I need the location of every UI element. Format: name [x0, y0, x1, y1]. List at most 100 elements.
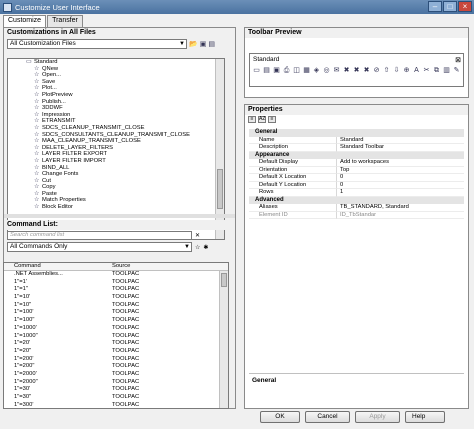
- table-row[interactable]: 1"=30" TOOLPAC: [4, 394, 228, 402]
- etransmit-icon[interactable]: ✉: [332, 66, 341, 75]
- maximize-button[interactable]: □: [443, 1, 457, 12]
- property-category[interactable]: General: [249, 129, 464, 137]
- property-category[interactable]: Appearance: [249, 151, 464, 159]
- property-value[interactable]: 1: [337, 189, 464, 197]
- property-value[interactable]: TB_STANDARD, Standard: [337, 204, 464, 212]
- command-search-input[interactable]: Search command list: [7, 231, 192, 240]
- save-file-icon[interactable]: ▣: [200, 40, 207, 48]
- categorized-icon[interactable]: ≡: [248, 116, 256, 123]
- tree-item[interactable]: ☆ QNew: [8, 66, 224, 73]
- new-icon[interactable]: ▭: [252, 66, 261, 75]
- property-value[interactable]: ID_TbStandar: [337, 212, 464, 219]
- cut-icon[interactable]: ✂: [422, 66, 431, 75]
- apply-button[interactable]: Apply: [355, 411, 400, 423]
- table-row[interactable]: 1"=200" TOOLPAC: [4, 363, 228, 371]
- publish-icon[interactable]: ▦: [302, 66, 311, 75]
- dwf-icon[interactable]: ◈: [312, 66, 321, 75]
- alphabetic-icon[interactable]: AZ: [258, 116, 266, 123]
- import-icon[interactable]: ⇩: [392, 66, 401, 75]
- tree-item[interactable]: ☆ 3DDWF: [8, 105, 224, 112]
- tree-item[interactable]: ☆ PlotPreview: [8, 92, 224, 99]
- match-icon[interactable]: ✎: [452, 66, 461, 75]
- help-button[interactable]: Help: [405, 411, 445, 423]
- table-row[interactable]: 1"=30' TOOLPAC: [4, 386, 228, 394]
- tree-item[interactable]: ☆ BIND_ALL: [8, 165, 224, 172]
- tree-item[interactable]: ☆ DELETE_LAYER_FILTERS: [8, 145, 224, 152]
- panel-splitter[interactable]: [4, 214, 235, 218]
- table-row[interactable]: 1"=300' TOOLPAC: [4, 402, 228, 408]
- table-row[interactable]: 1"=10' TOOLPAC: [4, 294, 228, 302]
- customizations-tree[interactable]: ▭ Standard ☆ QNew ☆ Open... ☆ Save ☆ Plot... ☆ Plot…: [7, 58, 225, 240]
- tree-item[interactable]: ☆ Copy: [8, 184, 224, 191]
- property-value[interactable]: 0: [337, 174, 464, 182]
- fonts-icon[interactable]: A: [412, 66, 421, 75]
- table-row[interactable]: 1"=1000" TOOLPAC: [4, 333, 228, 341]
- open-file-icon[interactable]: 📂: [189, 40, 198, 48]
- close-button[interactable]: ×: [458, 1, 472, 12]
- tree-item[interactable]: ☆ Open...: [8, 72, 224, 79]
- property-row[interactable]: Orientation Top: [249, 166, 464, 174]
- property-row[interactable]: Description Standard Toolbar: [249, 144, 464, 152]
- property-row[interactable]: Rows 1: [249, 189, 464, 197]
- property-row[interactable]: Default Y Location 0: [249, 181, 464, 189]
- property-value[interactable]: Top: [337, 167, 464, 174]
- export-icon[interactable]: ⇧: [382, 66, 391, 75]
- column-command[interactable]: Command: [4, 263, 102, 270]
- command-table[interactable]: Command Source .NET Assemblies... TOOLPAC…: [3, 262, 229, 409]
- tree-item[interactable]: ☆ ETRANSMIT: [8, 118, 224, 125]
- table-row[interactable]: 1"=1' TOOLPAC: [4, 279, 228, 287]
- load-file-icon[interactable]: ▤: [208, 40, 215, 48]
- props-icon[interactable]: ≡: [268, 116, 276, 123]
- tree-item[interactable]: ☆ LAYER FILTER IMPORT: [8, 158, 224, 165]
- property-value[interactable]: Add to workspaces: [337, 159, 464, 167]
- table-row[interactable]: 1"=1" TOOLPAC: [4, 286, 228, 294]
- paste-icon[interactable]: ▥: [442, 66, 451, 75]
- tree-item[interactable]: ☆ MAA_CLEANUP_TRANSMIT_CLOSE: [8, 138, 224, 145]
- property-value[interactable]: 0: [337, 182, 464, 189]
- new-command-icon[interactable]: ✱: [203, 244, 208, 251]
- property-row[interactable]: Element ID ID_TbStandar: [249, 211, 464, 219]
- table-row[interactable]: 1"=2000' TOOLPAC: [4, 371, 228, 379]
- cancel-button[interactable]: Cancel: [305, 411, 350, 423]
- cleanup2-icon[interactable]: ✖: [352, 66, 361, 75]
- table-row[interactable]: 1"=20' TOOLPAC: [4, 340, 228, 348]
- property-value[interactable]: Standard Toolbar: [337, 144, 464, 152]
- find-icon[interactable]: ☆: [195, 244, 200, 251]
- table-row[interactable]: 1"=100' TOOLPAC: [4, 309, 228, 317]
- tree-item[interactable]: ☆ SDCS_CLEANUP_TRANSMIT_CLOSE: [8, 125, 224, 132]
- bind-icon[interactable]: ⊕: [402, 66, 411, 75]
- table-row[interactable]: 1"=2000" TOOLPAC: [4, 379, 228, 387]
- tree-item[interactable]: ▭ Standard: [8, 59, 224, 66]
- tree-item[interactable]: ☆ Paste: [8, 191, 224, 198]
- clear-search-icon[interactable]: ✕: [195, 232, 200, 239]
- tree-item[interactable]: ☆ Plot...: [8, 85, 224, 92]
- tree-item[interactable]: ☆ LAYER FILTER EXPORT: [8, 151, 224, 158]
- property-row[interactable]: Name Standard: [249, 136, 464, 144]
- tree-item[interactable]: ☆ Block Editor: [8, 204, 224, 211]
- plot-icon[interactable]: ⎙: [282, 66, 291, 75]
- minimize-button[interactable]: –: [428, 1, 442, 12]
- property-row[interactable]: Default Display Add to workspaces: [249, 159, 464, 167]
- tree-item[interactable]: ☆ Cut: [8, 178, 224, 185]
- property-row[interactable]: Aliases TB_STANDARD, Standard: [249, 204, 464, 212]
- command-filter-dropdown[interactable]: All Commands Only ▼: [7, 242, 192, 252]
- plot-preview-icon[interactable]: ◫: [292, 66, 301, 75]
- tree-item[interactable]: ☆ Change Fonts: [8, 171, 224, 178]
- tree-scrollbar[interactable]: [215, 59, 224, 239]
- tree-item[interactable]: ☆ Match Properties: [8, 197, 224, 204]
- maa-icon[interactable]: ✖: [362, 66, 371, 75]
- impression-icon[interactable]: ◎: [322, 66, 331, 75]
- tree-item[interactable]: ☆ Save: [8, 79, 224, 86]
- open-icon[interactable]: ▤: [262, 66, 271, 75]
- table-row[interactable]: 1"=10" TOOLPAC: [4, 302, 228, 310]
- property-category[interactable]: Advanced: [249, 196, 464, 204]
- delete-filter-icon[interactable]: ⊘: [372, 66, 381, 75]
- tree-item[interactable]: ☆ Impression: [8, 112, 224, 119]
- table-row[interactable]: 1"=200' TOOLPAC: [4, 356, 228, 364]
- table-row[interactable]: 1"=1000' TOOLPAC: [4, 325, 228, 333]
- ok-button[interactable]: OK: [260, 411, 300, 423]
- tree-item[interactable]: ☆ Publish...: [8, 99, 224, 106]
- cleanup-icon[interactable]: ✖: [342, 66, 351, 75]
- table-row[interactable]: .NET Assemblies... TOOLPAC: [4, 271, 228, 279]
- tab-transfer[interactable]: Transfer: [47, 15, 83, 27]
